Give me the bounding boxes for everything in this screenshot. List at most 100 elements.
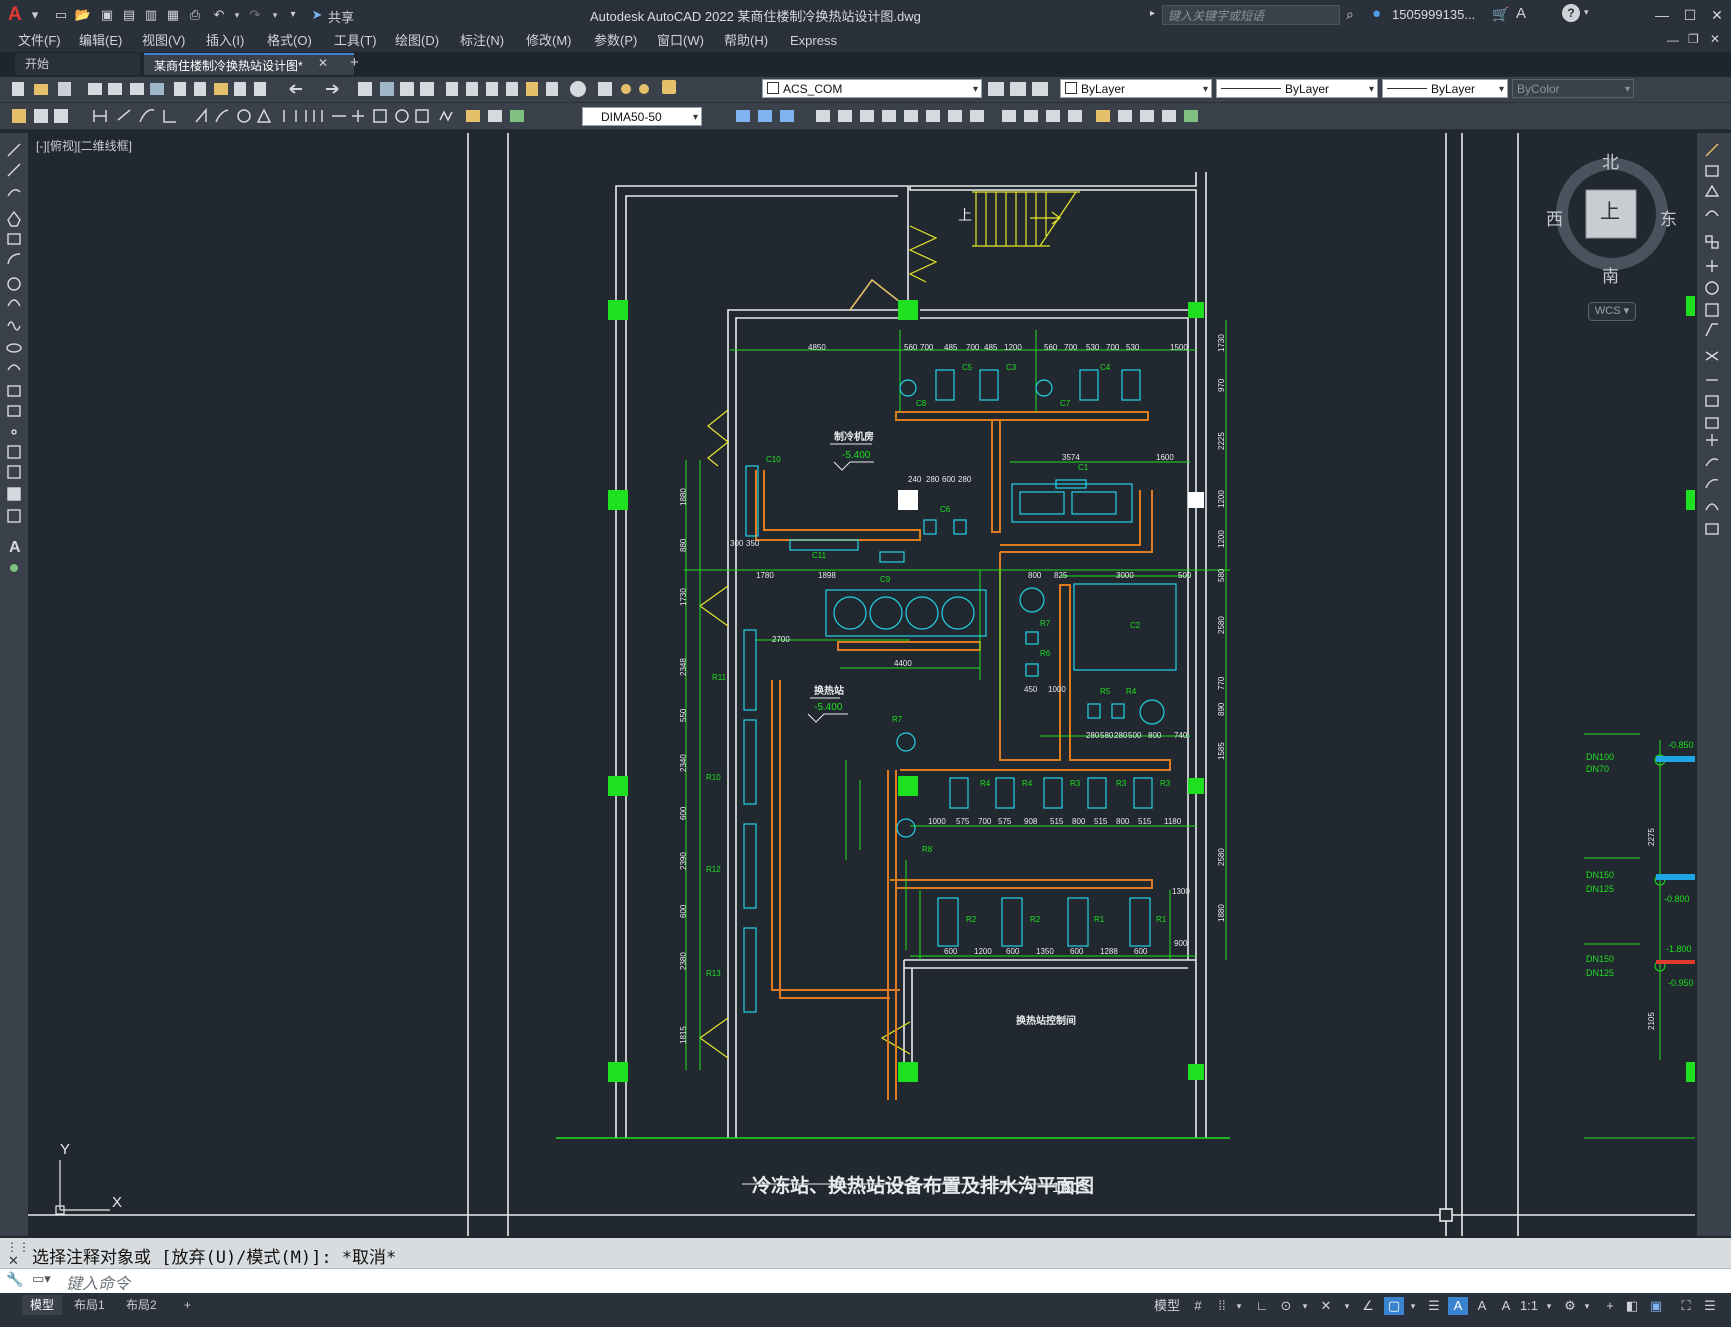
compass-north-label[interactable]: 北 — [1602, 148, 1619, 173]
drawing-canvas[interactable]: 上 4850 560 700 485 700 485 1200 560 700 … — [28, 133, 1695, 1236]
layer-dropdown[interactable]: ACS_COM ▾ — [762, 79, 982, 98]
menu-window[interactable]: 窗口(W) — [657, 31, 704, 51]
menu-tools[interactable]: 工具(T) — [334, 31, 377, 51]
save-as-icon[interactable]: ▤ — [120, 6, 138, 24]
lineweight-dropdown[interactable]: ByLayer ▾ — [1382, 79, 1508, 98]
help-icon[interactable]: ? — [1562, 4, 1580, 22]
wcs-menu-button[interactable]: WCS ▾ — [1588, 302, 1636, 321]
app-logo-icon[interactable]: A — [8, 4, 22, 26]
doc-restore-icon[interactable]: ❐ — [1688, 32, 1699, 46]
menu-edit[interactable]: 编辑(E) — [79, 31, 122, 51]
tab-model[interactable]: 模型 — [22, 1295, 63, 1315]
customization-menu-icon[interactable]: ☰ — [1700, 1297, 1720, 1315]
grid-icon[interactable]: # — [1188, 1297, 1208, 1315]
customize-qat-icon[interactable]: ▾ — [284, 6, 302, 24]
modify-toolbar-side-icons[interactable] — [1702, 140, 1726, 540]
menu-insert[interactable]: 插入(I) — [206, 31, 244, 51]
doc-minimize-icon[interactable]: — — [1667, 33, 1679, 47]
share-icon[interactable]: ➤ — [308, 6, 326, 24]
modify-toolbar-icons[interactable] — [706, 106, 1226, 126]
annotation-visibility-icon[interactable]: A — [1448, 1297, 1468, 1315]
compass-south-label[interactable]: 南 — [1602, 262, 1619, 287]
chevron-down-icon[interactable]: ▾ — [1340, 1297, 1354, 1315]
close-icon[interactable]: ✕ — [1703, 4, 1731, 26]
osnap-tracking-icon[interactable]: ∠ — [1358, 1297, 1378, 1315]
compass-west-label[interactable]: 西 — [1546, 205, 1563, 230]
isodraft-icon[interactable]: ✕ — [1316, 1297, 1336, 1315]
dimension-toolbar-icons[interactable] — [8, 106, 578, 126]
command-input[interactable] — [0, 1268, 1731, 1293]
redo-icon[interactable]: ↷ — [246, 6, 264, 24]
menu-draw[interactable]: 绘图(D) — [395, 31, 439, 51]
minimize-icon[interactable]: — — [1648, 4, 1676, 26]
annotation-scale-value[interactable]: 1:1 — [1516, 1297, 1542, 1315]
search-icon[interactable]: ⌕ — [1346, 6, 1354, 23]
open-file-icon[interactable]: 📂 — [74, 6, 92, 24]
layer-tools-icons[interactable] — [986, 79, 1056, 99]
workspace-gear-icon[interactable]: ⚙ — [1560, 1297, 1580, 1315]
keyword-search-input[interactable]: 键入关键字或短语 — [1162, 5, 1340, 25]
app-menu-chevron-icon[interactable]: ▾ — [26, 6, 44, 24]
layer-lock-icon[interactable] — [662, 80, 676, 94]
redo-dropdown-icon[interactable]: ▾ — [266, 6, 284, 24]
viewcube-top-face[interactable]: 上 — [1600, 195, 1620, 224]
standard-toolbar-icons[interactable] — [8, 79, 658, 99]
viewport-controls-label[interactable]: [-][俯视][二维线框] — [36, 137, 132, 154]
plus-icon[interactable]: + — [1600, 1297, 1620, 1315]
close-tab-icon[interactable]: ✕ — [318, 56, 328, 70]
menu-dimension[interactable]: 标注(N) — [460, 31, 504, 51]
user-account-label[interactable]: 1505999135... — [1392, 7, 1475, 22]
lineweight-icon[interactable]: ☰ — [1424, 1297, 1444, 1315]
isolate-objects-icon[interactable]: ◧ — [1622, 1297, 1642, 1315]
share-button[interactable]: 共享 — [328, 7, 354, 26]
menu-view[interactable]: 视图(V) — [142, 31, 185, 51]
user-icon[interactable]: ● — [1372, 5, 1381, 22]
linetype-dropdown[interactable]: ByLayer ▾ — [1216, 79, 1378, 98]
menu-modify[interactable]: 修改(M) — [526, 31, 572, 51]
maximize-icon[interactable]: ☐ — [1676, 4, 1704, 26]
add-layout-button[interactable]: + — [176, 1295, 199, 1315]
menu-help[interactable]: 帮助(H) — [724, 31, 768, 51]
menu-parametric[interactable]: 参数(P) — [594, 31, 637, 51]
color-dropdown[interactable]: ByLayer ▾ — [1060, 79, 1212, 98]
expand-search-icon[interactable]: ▸ — [1150, 8, 1155, 19]
autodesk-app-icon[interactable]: A — [1516, 5, 1526, 22]
auto-scale-icon[interactable]: A — [1472, 1297, 1492, 1315]
tab-start[interactable]: 开始 — [15, 53, 140, 75]
chevron-down-icon[interactable]: ▾ — [1580, 1297, 1594, 1315]
annotation-scale-icon[interactable]: A — [1496, 1297, 1516, 1315]
doc-close-icon[interactable]: ✕ — [1710, 32, 1720, 46]
tab-layout2[interactable]: 布局2 — [118, 1295, 165, 1315]
help-dropdown-icon[interactable]: ▾ — [1584, 7, 1589, 18]
compass-east-label[interactable]: 东 — [1660, 205, 1677, 230]
command-grip-icon[interactable]: ⋮⋮ — [6, 1240, 30, 1254]
recent-commands-icon[interactable]: ▭▾ — [32, 1271, 51, 1287]
customize-wrench-icon[interactable]: 🔧 — [6, 1271, 23, 1288]
print-icon[interactable]: ⎙ — [186, 6, 204, 24]
model-space-button[interactable]: 模型 — [1152, 1297, 1182, 1315]
polar-icon[interactable]: ⊙ — [1276, 1297, 1296, 1315]
save-icon[interactable]: ▣ — [98, 6, 116, 24]
ortho-icon[interactable]: ∟ — [1252, 1297, 1272, 1315]
draw-toolbar-icons[interactable]: A — [4, 140, 26, 580]
save-web-icon[interactable]: ▦ — [164, 6, 182, 24]
osnap-icon[interactable]: ▢ — [1384, 1297, 1404, 1315]
cart-icon[interactable]: 🛒 — [1492, 6, 1509, 23]
chevron-down-icon[interactable]: ▾ — [1542, 1297, 1556, 1315]
new-tab-icon[interactable]: + — [350, 54, 359, 71]
open-web-icon[interactable]: ▥ — [142, 6, 160, 24]
menu-file[interactable]: 文件(F) — [18, 31, 61, 51]
close-command-icon[interactable]: ✕ — [8, 1253, 19, 1269]
menu-format[interactable]: 格式(O) — [267, 31, 312, 51]
chevron-down-icon[interactable]: ▾ — [1232, 1297, 1246, 1315]
new-file-icon[interactable]: ▭ — [52, 6, 70, 24]
undo-dropdown-icon[interactable]: ▾ — [228, 6, 246, 24]
chevron-down-icon[interactable]: ▾ — [1406, 1297, 1420, 1315]
hardware-acceleration-icon[interactable]: ▣ — [1646, 1297, 1666, 1315]
chevron-down-icon[interactable]: ▾ — [1298, 1297, 1312, 1315]
plotstyle-dropdown[interactable]: ByColor ▾ — [1512, 79, 1634, 98]
undo-icon[interactable]: ↶ — [210, 6, 228, 24]
menu-express[interactable]: Express — [790, 31, 837, 51]
clean-screen-icon[interactable]: ⛶ — [1676, 1297, 1696, 1315]
snap-icon[interactable]: ⁞⁞ — [1212, 1297, 1232, 1315]
